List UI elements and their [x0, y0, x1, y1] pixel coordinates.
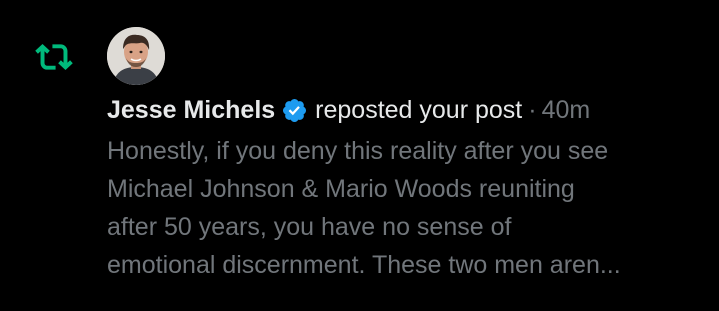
separator-dot: · [528, 96, 537, 124]
author-name[interactable]: Jesse Michels [107, 91, 275, 129]
notification-content: Jesse Michels reposted your post · 40m H… [107, 91, 707, 284]
post-text-line: Honestly, if you deny this reality after… [107, 137, 609, 165]
repost-notification[interactable]: Jesse Michels reposted your post · 40m H… [0, 0, 719, 311]
repost-action-text: reposted your post [315, 96, 523, 124]
verified-badge-icon [283, 98, 307, 122]
repost-icon [35, 44, 73, 70]
post-text-line: emotional discernment. These two men are… [107, 251, 621, 279]
timestamp[interactable]: 40m [542, 91, 591, 129]
post-text-line: after 50 years, you have no sense of [107, 213, 512, 241]
avatar[interactable] [107, 27, 165, 85]
avatar-image [107, 27, 165, 85]
post-text-line: Michael Johnson & Mario Woods reuniting [107, 175, 575, 203]
post-text[interactable]: Honestly, if you deny this reality after… [107, 132, 697, 284]
notification-headline: Jesse Michels reposted your post · 40m [107, 91, 707, 129]
